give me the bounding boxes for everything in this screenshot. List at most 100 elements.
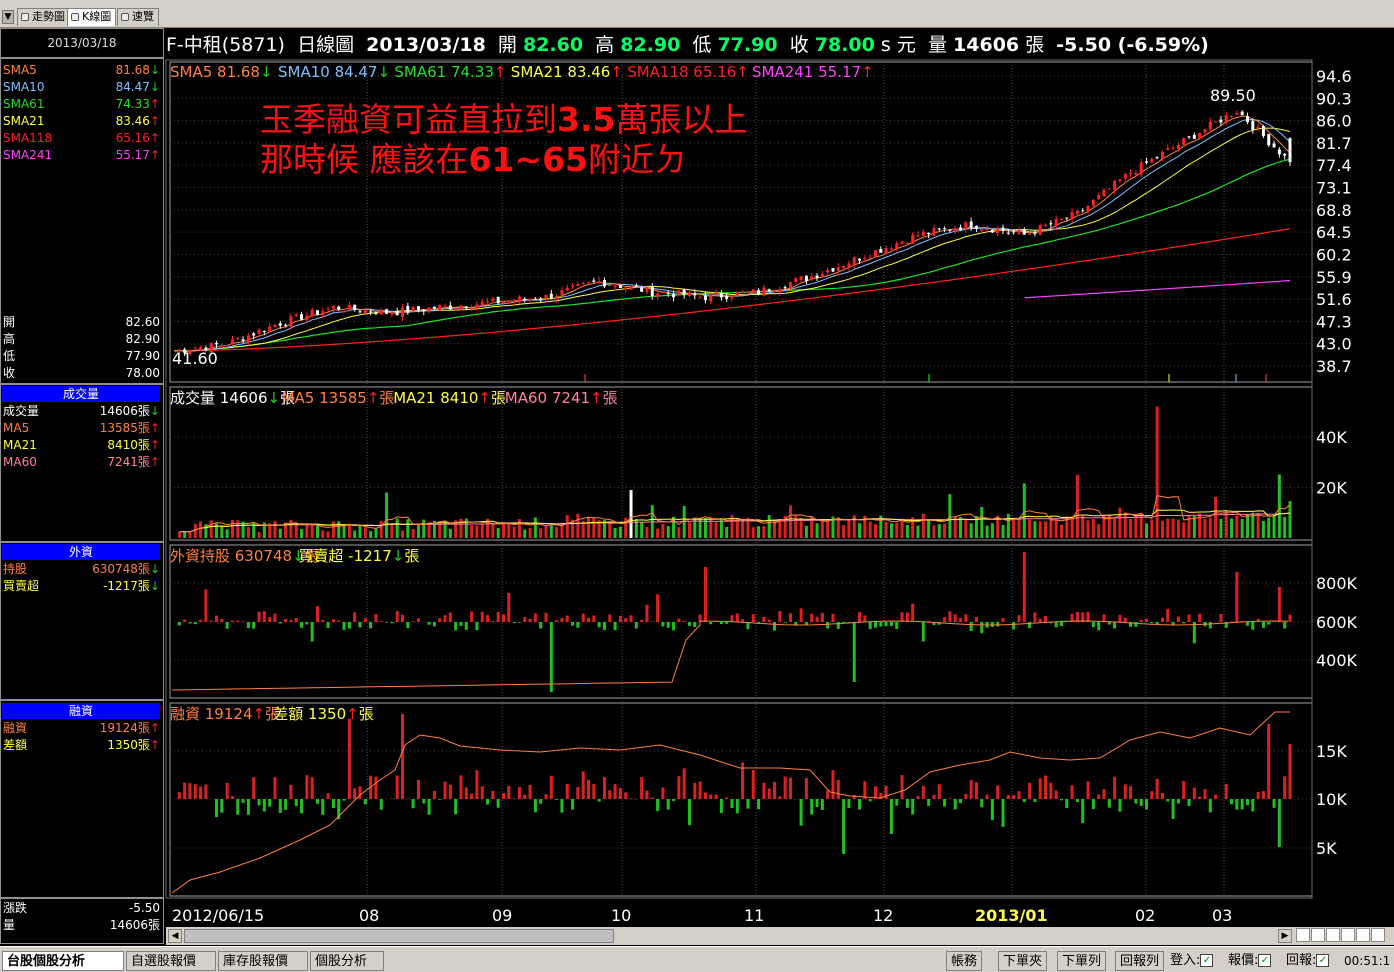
zoom-icon[interactable] — [1296, 928, 1310, 942]
volume-tick-label: 20K — [1316, 479, 1347, 498]
foreign-bar — [725, 622, 729, 624]
foreign-bar — [730, 615, 734, 622]
foreign-bar — [1097, 622, 1101, 631]
taskbar-right-button[interactable]: 回報列 — [1115, 951, 1165, 971]
candle-body — [576, 284, 580, 286]
candle-body — [735, 292, 739, 296]
volume-bar — [767, 515, 771, 538]
candle-body — [464, 306, 468, 309]
volume-bar — [1240, 518, 1244, 538]
foreign-bar — [1118, 614, 1122, 622]
volume-bar — [1033, 521, 1037, 538]
candle-body — [528, 299, 532, 301]
volume-bar — [916, 525, 920, 538]
scroll-left-icon[interactable]: ◀ — [168, 929, 182, 943]
horizontal-scrollbar[interactable]: ◀ ▶ — [166, 927, 1394, 945]
candle-body — [1160, 151, 1164, 160]
select-icon[interactable] — [1356, 928, 1370, 942]
margin-bar — [767, 788, 771, 799]
margin-bar — [1070, 785, 1074, 799]
margin-bar — [863, 781, 867, 799]
taskbar-button[interactable]: 台股個股分析 — [2, 951, 124, 971]
status-check[interactable]: 登入: ✓ — [1170, 951, 1214, 971]
margin-bar — [1075, 799, 1079, 802]
price-tick-label: 94.6 — [1316, 67, 1352, 86]
app-window: ▼ 走勢圖 K線圖 速覽 2013/03/18 SMA5 81.68↓ SMA10 8… — [0, 0, 1394, 972]
legend-item: 差額 1350↑張 — [273, 705, 374, 723]
candle-body — [852, 257, 856, 266]
margin-bar — [220, 799, 224, 813]
volume-bar — [539, 528, 543, 538]
volume-bar — [900, 518, 904, 538]
candle-body — [215, 342, 219, 345]
margin-bar — [608, 790, 612, 799]
candle-body — [1251, 120, 1255, 130]
margin-bar — [241, 799, 245, 803]
taskbar-button[interactable]: 個股分析 — [310, 951, 384, 971]
candle-body — [1235, 112, 1239, 115]
foreign-bar — [342, 622, 346, 630]
volume-bar — [1182, 522, 1186, 538]
candle-body — [810, 276, 814, 280]
status-check[interactable]: 報價: ✓ — [1228, 951, 1272, 971]
margin-bar — [528, 784, 532, 799]
candle-body — [246, 335, 250, 343]
volume-bar — [794, 514, 798, 538]
volume-bar — [1261, 521, 1265, 538]
taskbar-right-button[interactable]: 下單夾 — [998, 951, 1048, 971]
volume-bar — [1044, 521, 1048, 538]
checkbox-icon[interactable]: ✓ — [1200, 954, 1214, 967]
taskbar-button[interactable]: 自選股報價 — [126, 951, 216, 971]
scroll-thumb[interactable] — [184, 929, 614, 943]
scroll-right-icon[interactable]: ▶ — [1278, 929, 1292, 943]
taskbar-button[interactable]: 庫存股報價 — [218, 951, 308, 971]
margin-bar — [826, 790, 830, 799]
foreign-bar — [687, 622, 691, 626]
cross-icon[interactable] — [1311, 928, 1325, 942]
volume-bar — [177, 532, 181, 538]
candle-body — [571, 285, 575, 287]
volume-bar — [470, 525, 474, 538]
margin-bar — [698, 781, 702, 799]
checkbox-icon[interactable]: ✓ — [1316, 954, 1330, 967]
margin-bar — [1256, 791, 1260, 799]
status-check[interactable]: 回報: ✓ — [1286, 951, 1330, 971]
legend-item: SMA5 81.68↓ — [170, 63, 273, 81]
volume-bar — [342, 525, 346, 538]
checkbox-icon[interactable]: ✓ — [1258, 954, 1272, 967]
margin-bar — [1054, 790, 1058, 799]
margin-bar — [751, 770, 755, 799]
foreign-bar — [262, 611, 266, 622]
foreign-bar — [1198, 613, 1202, 622]
taskbar-right-button[interactable]: 帳務 — [946, 951, 983, 971]
foreign-bar — [852, 622, 856, 682]
volume-bar — [257, 531, 261, 538]
margin-bar — [943, 799, 947, 807]
toolbar-icons[interactable] — [1296, 928, 1388, 944]
grid-icon[interactable] — [1326, 928, 1340, 942]
settings-icon[interactable] — [1371, 928, 1385, 942]
volume-bar — [273, 520, 277, 538]
margin-bar — [618, 787, 622, 799]
margin-bar — [666, 799, 670, 810]
foreign-bar — [1145, 618, 1149, 622]
foreign-bar — [432, 622, 436, 627]
candle-body — [581, 283, 585, 285]
taskbar-right-button[interactable]: 下單列 — [1057, 951, 1107, 971]
candle-body — [416, 306, 420, 310]
margin-bar — [300, 799, 304, 814]
margin-bar — [650, 797, 654, 799]
candle-body — [427, 307, 431, 311]
chart-area[interactable]: 94.6 90.3 86.0 81.7 77.4 73.1 68.8 64.5 60.2 55.9… — [0, 0, 1394, 946]
candle-body — [1145, 161, 1149, 163]
foreign-bar — [326, 622, 330, 628]
tool-icon[interactable] — [1341, 928, 1355, 942]
volume-tick-label: 40K — [1316, 428, 1347, 447]
volume-bar — [193, 523, 197, 538]
legend-item: SMA61 74.33↑ — [394, 63, 506, 81]
candle-body — [395, 311, 399, 316]
margin-bar — [889, 799, 893, 834]
foreign-bar — [215, 615, 219, 622]
margin-bar — [1113, 776, 1117, 799]
foreign-bar — [560, 617, 564, 622]
